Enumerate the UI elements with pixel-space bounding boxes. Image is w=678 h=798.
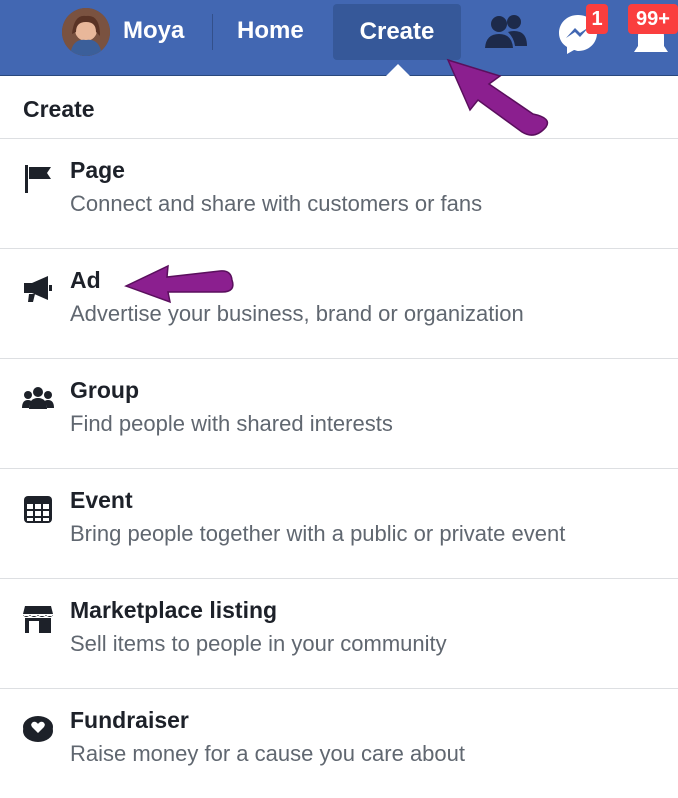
storefront-icon: [22, 603, 54, 635]
menu-item-title: Fundraiser: [70, 707, 189, 733]
megaphone-icon: [22, 273, 54, 305]
nav-home-link[interactable]: Home: [237, 17, 304, 45]
flag-icon: [22, 163, 54, 195]
menu-item-description: Sell items to people in your community: [70, 631, 447, 656]
avatar-photo: [62, 8, 110, 56]
menu-item-description: Connect and share with customers or fans: [70, 191, 483, 216]
group-icon: [22, 383, 54, 415]
heart-coin-icon: [22, 713, 54, 745]
menu-item-description: Bring people together with a public or p…: [70, 521, 566, 546]
menu-item-event[interactable]: Event Bring people together with a publi…: [0, 469, 678, 578]
top-navigation-bar: Moya Home Create 1 99+: [0, 0, 678, 76]
friends-icon[interactable]: [484, 14, 528, 50]
nav-divider: [212, 14, 213, 50]
menu-item-description: Advertise your business, brand or organi…: [70, 301, 524, 326]
menu-item-title: Marketplace listing: [70, 597, 278, 623]
menu-item-marketplace-listing[interactable]: Marketplace listing Sell items to people…: [0, 579, 678, 688]
menu-item-title: Group: [70, 377, 139, 403]
menu-item-ad[interactable]: Ad Advertise your business, brand or org…: [0, 249, 678, 358]
menu-item-description: Find people with shared interests: [70, 411, 393, 436]
notifications-badge: 99+: [628, 4, 678, 34]
menu-item-fundraiser[interactable]: Fundraiser Raise money for a cause you c…: [0, 689, 678, 798]
menu-item-description: Raise money for a cause you care about: [70, 741, 466, 766]
menu-item-group[interactable]: Group Find people with shared interests: [0, 359, 678, 468]
messenger-badge: 1: [586, 4, 608, 34]
menu-header: Create: [23, 96, 95, 122]
menu-item-page[interactable]: Page Connect and share with customers or…: [0, 139, 678, 248]
calendar-icon: [22, 493, 54, 525]
nav-create-button[interactable]: Create: [333, 4, 461, 60]
menu-item-title: Page: [70, 157, 125, 183]
menu-item-title: Event: [70, 487, 133, 513]
profile-name-link[interactable]: Moya: [123, 17, 184, 45]
avatar[interactable]: [62, 8, 110, 56]
menu-item-title: Ad: [70, 267, 101, 293]
dropdown-caret: [386, 64, 410, 76]
